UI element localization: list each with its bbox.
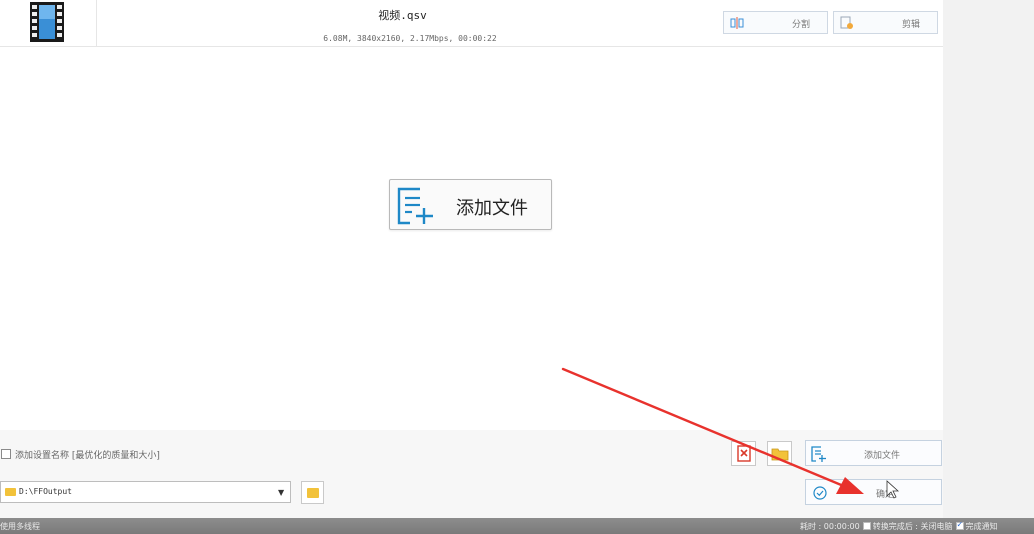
add-file-center-button[interactable]: 添加文件 — [389, 179, 552, 230]
split-button[interactable]: 分割 — [723, 11, 828, 34]
confirm-button[interactable]: 确定 — [805, 479, 942, 505]
file-meta: 6.08M, 3840x2160, 2.17Mbps, 00:00:22 — [323, 34, 497, 43]
status-bar: 使用多线程 耗时 : 00:00:00 转换完成后 : 关闭电脑 完成通知 — [0, 518, 1034, 534]
elapsed-label: 耗时 : 00:00:00 — [800, 522, 860, 531]
cut-label: 剪辑 — [902, 20, 921, 30]
setting-name-label: 添加设置名称 [最优化的质量和大小] — [15, 451, 160, 461]
split-icon — [730, 17, 744, 29]
open-folder-icon — [771, 448, 789, 461]
folder-open-icon — [307, 488, 319, 498]
add-file-button[interactable]: 添加文件 — [805, 440, 942, 466]
file-list-row[interactable]: 视频.qsv 6.08M, 3840x2160, 2.17Mbps, 00:00… — [0, 0, 943, 47]
setting-name-checkbox[interactable] — [1, 449, 11, 459]
right-gutter — [943, 0, 1034, 518]
film-strip-icon — [30, 2, 64, 42]
remove-file-icon — [737, 445, 751, 462]
notify-label: 完成通知 — [965, 522, 998, 531]
check-circle-icon — [813, 486, 827, 500]
after-convert-label: 转换完成后 : 关闭电脑 — [872, 522, 953, 531]
file-name: 视频.qsv — [378, 9, 427, 22]
open-output-folder-button[interactable] — [767, 441, 792, 466]
folder-icon — [5, 488, 16, 496]
cut-button[interactable]: 剪辑 — [833, 11, 938, 34]
chevron-down-icon: ▼ — [278, 488, 285, 497]
add-file-center-label: 添加文件 — [456, 198, 528, 219]
status-right: 耗时 : 00:00:00 转换完成后 : 关闭电脑 完成通知 — [800, 520, 998, 532]
bottom-panel — [0, 430, 943, 518]
output-path-select[interactable]: D:\FFOutput ▼ — [0, 481, 291, 503]
remove-file-button[interactable] — [731, 441, 756, 466]
browse-folder-button[interactable] — [301, 481, 324, 504]
shutdown-checkbox[interactable] — [862, 522, 871, 530]
split-label: 分割 — [792, 20, 811, 30]
multithread-label: 使用多线程 — [0, 522, 40, 531]
output-path-text: D:\FFOutput — [19, 487, 72, 496]
thumbnail-cell — [0, 0, 97, 46]
add-file-icon — [397, 187, 433, 225]
cut-icon — [840, 16, 853, 29]
add-file-label: 添加文件 — [864, 451, 901, 461]
confirm-label: 确定 — [876, 490, 895, 500]
notify-checkbox[interactable] — [955, 520, 964, 530]
add-file-small-icon — [811, 446, 826, 462]
